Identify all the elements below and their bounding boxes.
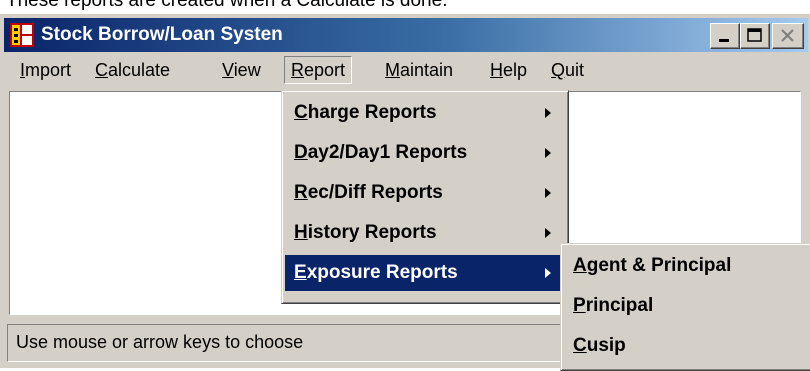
window-title: Stock Borrow/Loan Systen — [41, 24, 283, 45]
app-logo-icon — [10, 23, 34, 47]
menu-item-principal[interactable]: Principal — [564, 288, 808, 324]
submenu-arrow-icon — [545, 108, 551, 118]
title-bar[interactable]: Stock Borrow/Loan Systen — [4, 18, 808, 52]
menu-help[interactable]: Help — [484, 56, 533, 84]
menu-calculate[interactable]: Calculate — [89, 56, 176, 84]
submenu-arrow-icon — [545, 228, 551, 238]
maximize-button[interactable] — [740, 23, 770, 49]
menu-item-history-reports[interactable]: History Reports — [285, 215, 565, 251]
menu-import[interactable]: Import — [14, 56, 77, 84]
menu-report[interactable]: Report — [284, 56, 353, 84]
close-button[interactable] — [772, 23, 804, 49]
maximize-icon — [747, 28, 762, 42]
document-caption: These reports are created when a Calcula… — [6, 0, 448, 11]
minimize-icon — [719, 39, 729, 42]
menu-view[interactable]: View — [216, 56, 267, 84]
menu-item-cusip[interactable]: Cusip — [564, 328, 808, 364]
close-icon — [781, 29, 794, 42]
minimize-button[interactable] — [710, 23, 740, 49]
status-panel: Use mouse or arrow keys to choose — [7, 324, 564, 362]
menu-item-exposure-reports[interactable]: Exposure Reports — [285, 255, 565, 291]
report-dropdown-menu: Charge Reports Day2/Day1 Reports Rec/Dif… — [281, 90, 569, 304]
menu-item-rec-diff-reports[interactable]: Rec/Diff Reports — [285, 175, 565, 211]
menu-item-agent-principal[interactable]: Agent & Principal — [564, 248, 808, 284]
menu-quit[interactable]: Quit — [545, 56, 590, 84]
submenu-arrow-icon — [545, 268, 551, 278]
exposure-reports-submenu: Agent & Principal Principal Cusip — [560, 243, 810, 371]
menu-bar: Import Calculate View Report Maintain He… — [4, 53, 808, 87]
menu-maintain[interactable]: Maintain — [379, 56, 459, 84]
status-text: Use mouse or arrow keys to choose — [16, 332, 304, 352]
menu-item-charge-reports[interactable]: Charge Reports — [285, 95, 565, 131]
submenu-arrow-icon — [545, 188, 551, 198]
submenu-arrow-icon — [545, 148, 551, 158]
menu-item-day2-day1-reports[interactable]: Day2/Day1 Reports — [285, 135, 565, 171]
